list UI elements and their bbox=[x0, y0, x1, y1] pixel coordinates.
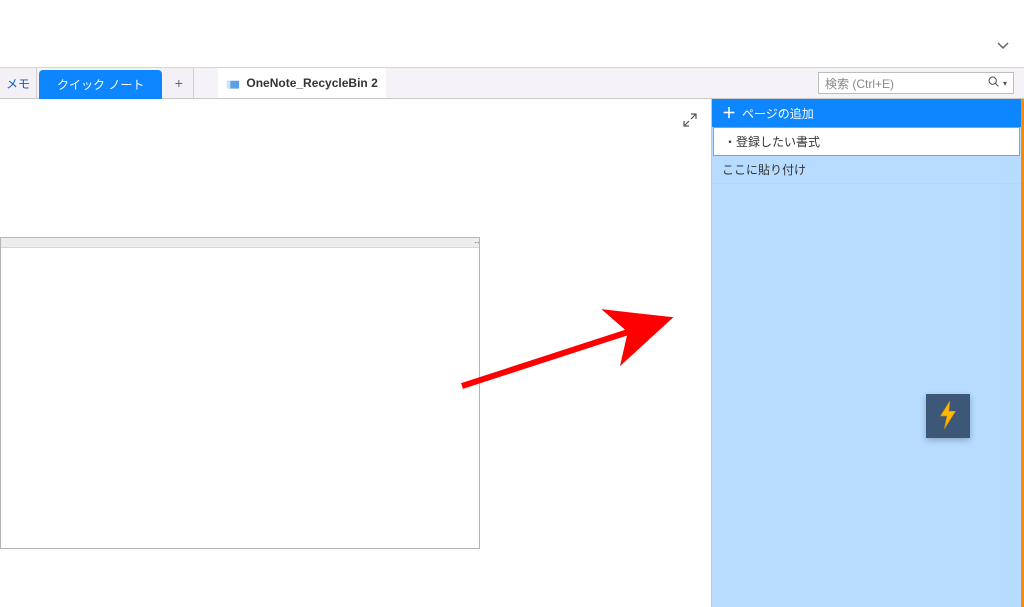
page-list-panel: ＋ ページの追加 ・登録したい書式 ここに貼り付け bbox=[712, 99, 1024, 607]
notebook-icon bbox=[226, 78, 240, 88]
tab-add-button[interactable]: + bbox=[164, 68, 194, 98]
search-placeholder: 検索 (Ctrl+E) bbox=[825, 75, 987, 92]
notebook-label: OneNote_RecycleBin 2 bbox=[246, 76, 377, 90]
chevron-down-icon[interactable] bbox=[996, 40, 1010, 54]
note-canvas[interactable]: ↔ bbox=[0, 99, 712, 607]
resize-handle-icon[interactable]: ↔ bbox=[473, 237, 480, 246]
tab-memo[interactable]: メモ bbox=[0, 68, 37, 98]
tab-quick-notes[interactable]: クイック ノート bbox=[39, 70, 162, 99]
page-list-item[interactable]: ここに貼り付け bbox=[712, 156, 1021, 184]
search-input[interactable]: 検索 (Ctrl+E) ▾ bbox=[818, 72, 1014, 94]
plus-icon: + bbox=[175, 75, 183, 91]
lightning-button[interactable] bbox=[926, 394, 970, 438]
add-page-button[interactable]: ＋ ページの追加 bbox=[712, 99, 1021, 127]
tab-label: クイック ノート bbox=[57, 76, 144, 93]
note-container-header[interactable]: ↔ bbox=[1, 238, 479, 248]
plus-icon: ＋ bbox=[722, 103, 736, 123]
tab-label: メモ bbox=[6, 75, 30, 92]
note-container[interactable]: ↔ bbox=[0, 237, 480, 549]
annotation-arrow-icon bbox=[452, 306, 692, 406]
page-item-label: ・登録したい書式 bbox=[724, 135, 820, 149]
page-item-label: ここに貼り付け bbox=[722, 163, 806, 177]
main-content: ↔ ＋ ページの追加 ・登録したい書式 ここに貼り付け bbox=[0, 99, 1024, 607]
search-icon bbox=[987, 75, 1000, 91]
expand-icon[interactable] bbox=[683, 113, 697, 130]
top-editor-area bbox=[0, 0, 1024, 68]
page-list-item[interactable]: ・登録したい書式 bbox=[713, 127, 1020, 156]
add-page-label: ページの追加 bbox=[742, 105, 814, 122]
section-tab-bar: メモ クイック ノート + OneNote_RecycleBin 2 検索 (C… bbox=[0, 68, 1024, 99]
notebook-title[interactable]: OneNote_RecycleBin 2 bbox=[218, 68, 385, 98]
search-dropdown-icon[interactable]: ▾ bbox=[1003, 79, 1007, 88]
lightning-icon bbox=[936, 401, 960, 432]
